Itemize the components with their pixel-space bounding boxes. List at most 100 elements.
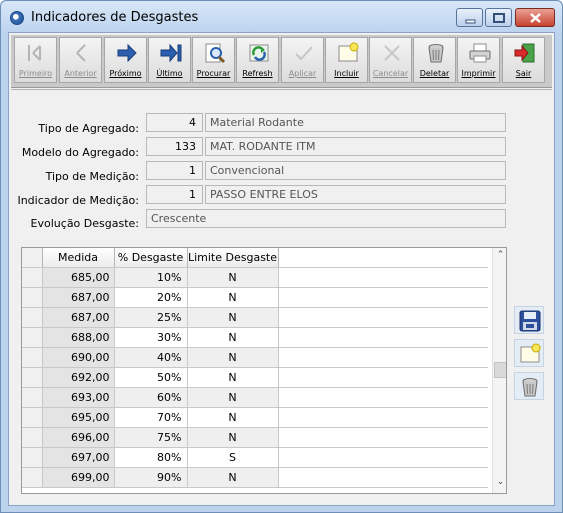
table-row[interactable]: 685,00 10% N	[22, 267, 488, 288]
table-row[interactable]: 699,00 90% N	[22, 467, 488, 488]
scroll-up-icon[interactable]: ⌃	[493, 250, 506, 264]
row-indicator[interactable]	[22, 307, 43, 328]
cell-medida[interactable]: 695,00	[42, 407, 115, 428]
table-row[interactable]: 697,00 80% S	[22, 447, 488, 468]
indicador-medicao-code[interactable]: 1	[146, 185, 203, 204]
toolbar-button-8[interactable]: Cancelar	[369, 37, 412, 83]
toolbar-button-4[interactable]: Procurar	[192, 37, 235, 83]
cell-limite[interactable]: N	[187, 367, 279, 388]
table-row[interactable]: 693,00 60% N	[22, 387, 488, 408]
column-header-limite[interactable]: Limite Desgaste	[187, 248, 279, 268]
cell-limite[interactable]: N	[187, 347, 279, 368]
evolucao-label: Evolução Desgaste:	[30, 217, 139, 230]
toolbar-button-label: Cancelar	[372, 69, 409, 78]
scroll-thumb[interactable]	[494, 362, 506, 378]
cell-medida[interactable]: 688,00	[42, 327, 115, 348]
cell-medida[interactable]: 692,00	[42, 367, 115, 388]
vertical-scrollbar[interactable]: ⌃ ⌄	[492, 248, 506, 493]
cell-limite[interactable]: N	[187, 287, 279, 308]
cell-desgaste[interactable]: 40%	[114, 347, 188, 368]
tipo-medicao-code[interactable]: 1	[146, 161, 203, 180]
cell-medida[interactable]: 697,00	[42, 447, 115, 468]
toolbar-button-1[interactable]: Anterior	[59, 37, 102, 83]
table-row[interactable]: 690,00 40% N	[22, 347, 488, 368]
data-grid[interactable]: Medida % Desgaste Limite Desgaste 685,00…	[21, 247, 507, 494]
row-indicator[interactable]	[22, 287, 43, 308]
maximize-button[interactable]	[485, 8, 512, 27]
row-indicator[interactable]	[22, 427, 43, 448]
cell-desgaste[interactable]: 50%	[114, 367, 188, 388]
apply-icon	[295, 46, 313, 61]
row-indicator[interactable]	[22, 347, 43, 368]
table-row[interactable]: 687,00 25% N	[22, 307, 488, 328]
table-row[interactable]: 696,00 75% N	[22, 427, 488, 448]
title-bar[interactable]: Indicadores de Desgastes	[1, 1, 562, 33]
cell-limite[interactable]: N	[187, 387, 279, 408]
toolbar-button-2[interactable]: Próximo	[104, 37, 147, 83]
row-indicator[interactable]	[22, 387, 43, 408]
row-indicator[interactable]	[22, 367, 43, 388]
cell-desgaste[interactable]: 70%	[114, 407, 188, 428]
cell-medida[interactable]: 687,00	[42, 307, 115, 328]
cell-desgaste[interactable]: 20%	[114, 287, 188, 308]
tipo-agregado-code[interactable]: 4	[146, 113, 203, 132]
cell-limite[interactable]: N	[187, 267, 279, 288]
cell-desgaste[interactable]: 60%	[114, 387, 188, 408]
cell-medida[interactable]: 687,00	[42, 287, 115, 308]
cell-limite[interactable]: N	[187, 327, 279, 348]
cell-desgaste[interactable]: 25%	[114, 307, 188, 328]
row-indicator[interactable]	[22, 467, 43, 488]
toolbar-button-label: Anterior	[64, 69, 97, 78]
close-button[interactable]	[515, 8, 555, 27]
cell-limite[interactable]: N	[187, 427, 279, 448]
save-button[interactable]	[514, 306, 544, 334]
column-header-medida[interactable]: Medida	[42, 248, 115, 268]
toolbar-button-0[interactable]: Primeiro	[14, 37, 57, 83]
cell-medida[interactable]: 699,00	[42, 467, 115, 488]
cell-medida[interactable]: 696,00	[42, 427, 115, 448]
delete-button[interactable]	[514, 372, 544, 400]
toolbar-button-11[interactable]: Sair	[502, 37, 545, 83]
cell-limite[interactable]: S	[187, 447, 279, 468]
grid-header-row: Medida % Desgaste Limite Desgaste	[22, 248, 488, 268]
table-row[interactable]: 692,00 50% N	[22, 367, 488, 388]
table-row[interactable]: 695,00 70% N	[22, 407, 488, 428]
save-icon	[519, 310, 541, 332]
toolbar-button-7[interactable]: Incluir	[325, 37, 368, 83]
row-indicator[interactable]	[22, 327, 43, 348]
delete-icon	[522, 378, 538, 397]
cell-limite[interactable]: N	[187, 307, 279, 328]
toolbar-button-6[interactable]: Aplicar	[281, 37, 324, 83]
toolbar-button-3[interactable]: Último	[148, 37, 191, 83]
cell-limite[interactable]: N	[187, 467, 279, 488]
modelo-agregado-code[interactable]: 133	[146, 137, 203, 156]
cell-desgaste[interactable]: 10%	[114, 267, 188, 288]
minimize-icon	[465, 19, 476, 24]
toolbar-button-10[interactable]: Imprimir	[457, 37, 500, 83]
last-icon	[160, 43, 182, 63]
cell-medida[interactable]: 693,00	[42, 387, 115, 408]
toolbar-button-9[interactable]: Deletar	[413, 37, 456, 83]
row-indicator[interactable]	[22, 407, 43, 428]
minimize-button[interactable]	[456, 8, 483, 27]
cell-limite[interactable]: N	[187, 407, 279, 428]
cell-desgaste[interactable]: 30%	[114, 327, 188, 348]
cell-desgaste[interactable]: 75%	[114, 427, 188, 448]
search-icon	[205, 43, 226, 64]
table-row[interactable]: 687,00 20% N	[22, 287, 488, 308]
new-record-button[interactable]	[514, 339, 544, 367]
close-icon	[530, 13, 541, 23]
cell-medida[interactable]: 685,00	[42, 267, 115, 288]
column-header-desgaste[interactable]: % Desgaste	[114, 248, 188, 268]
table-row[interactable]: 688,00 30% N	[22, 327, 488, 348]
cell-medida[interactable]: 690,00	[42, 347, 115, 368]
scroll-down-icon[interactable]: ⌄	[493, 477, 506, 491]
cell-desgaste[interactable]: 90%	[114, 467, 188, 488]
toolbar-button-5[interactable]: Refresh	[236, 37, 279, 83]
evolucao-field[interactable]: Crescente	[146, 209, 506, 228]
row-indicator[interactable]	[22, 447, 43, 468]
tipo-medicao-desc: Convencional	[205, 161, 506, 180]
app-window: Indicadores de Desgastes Primeiro Anterio…	[0, 0, 563, 513]
row-indicator[interactable]	[22, 267, 43, 288]
cell-desgaste[interactable]: 80%	[114, 447, 188, 468]
